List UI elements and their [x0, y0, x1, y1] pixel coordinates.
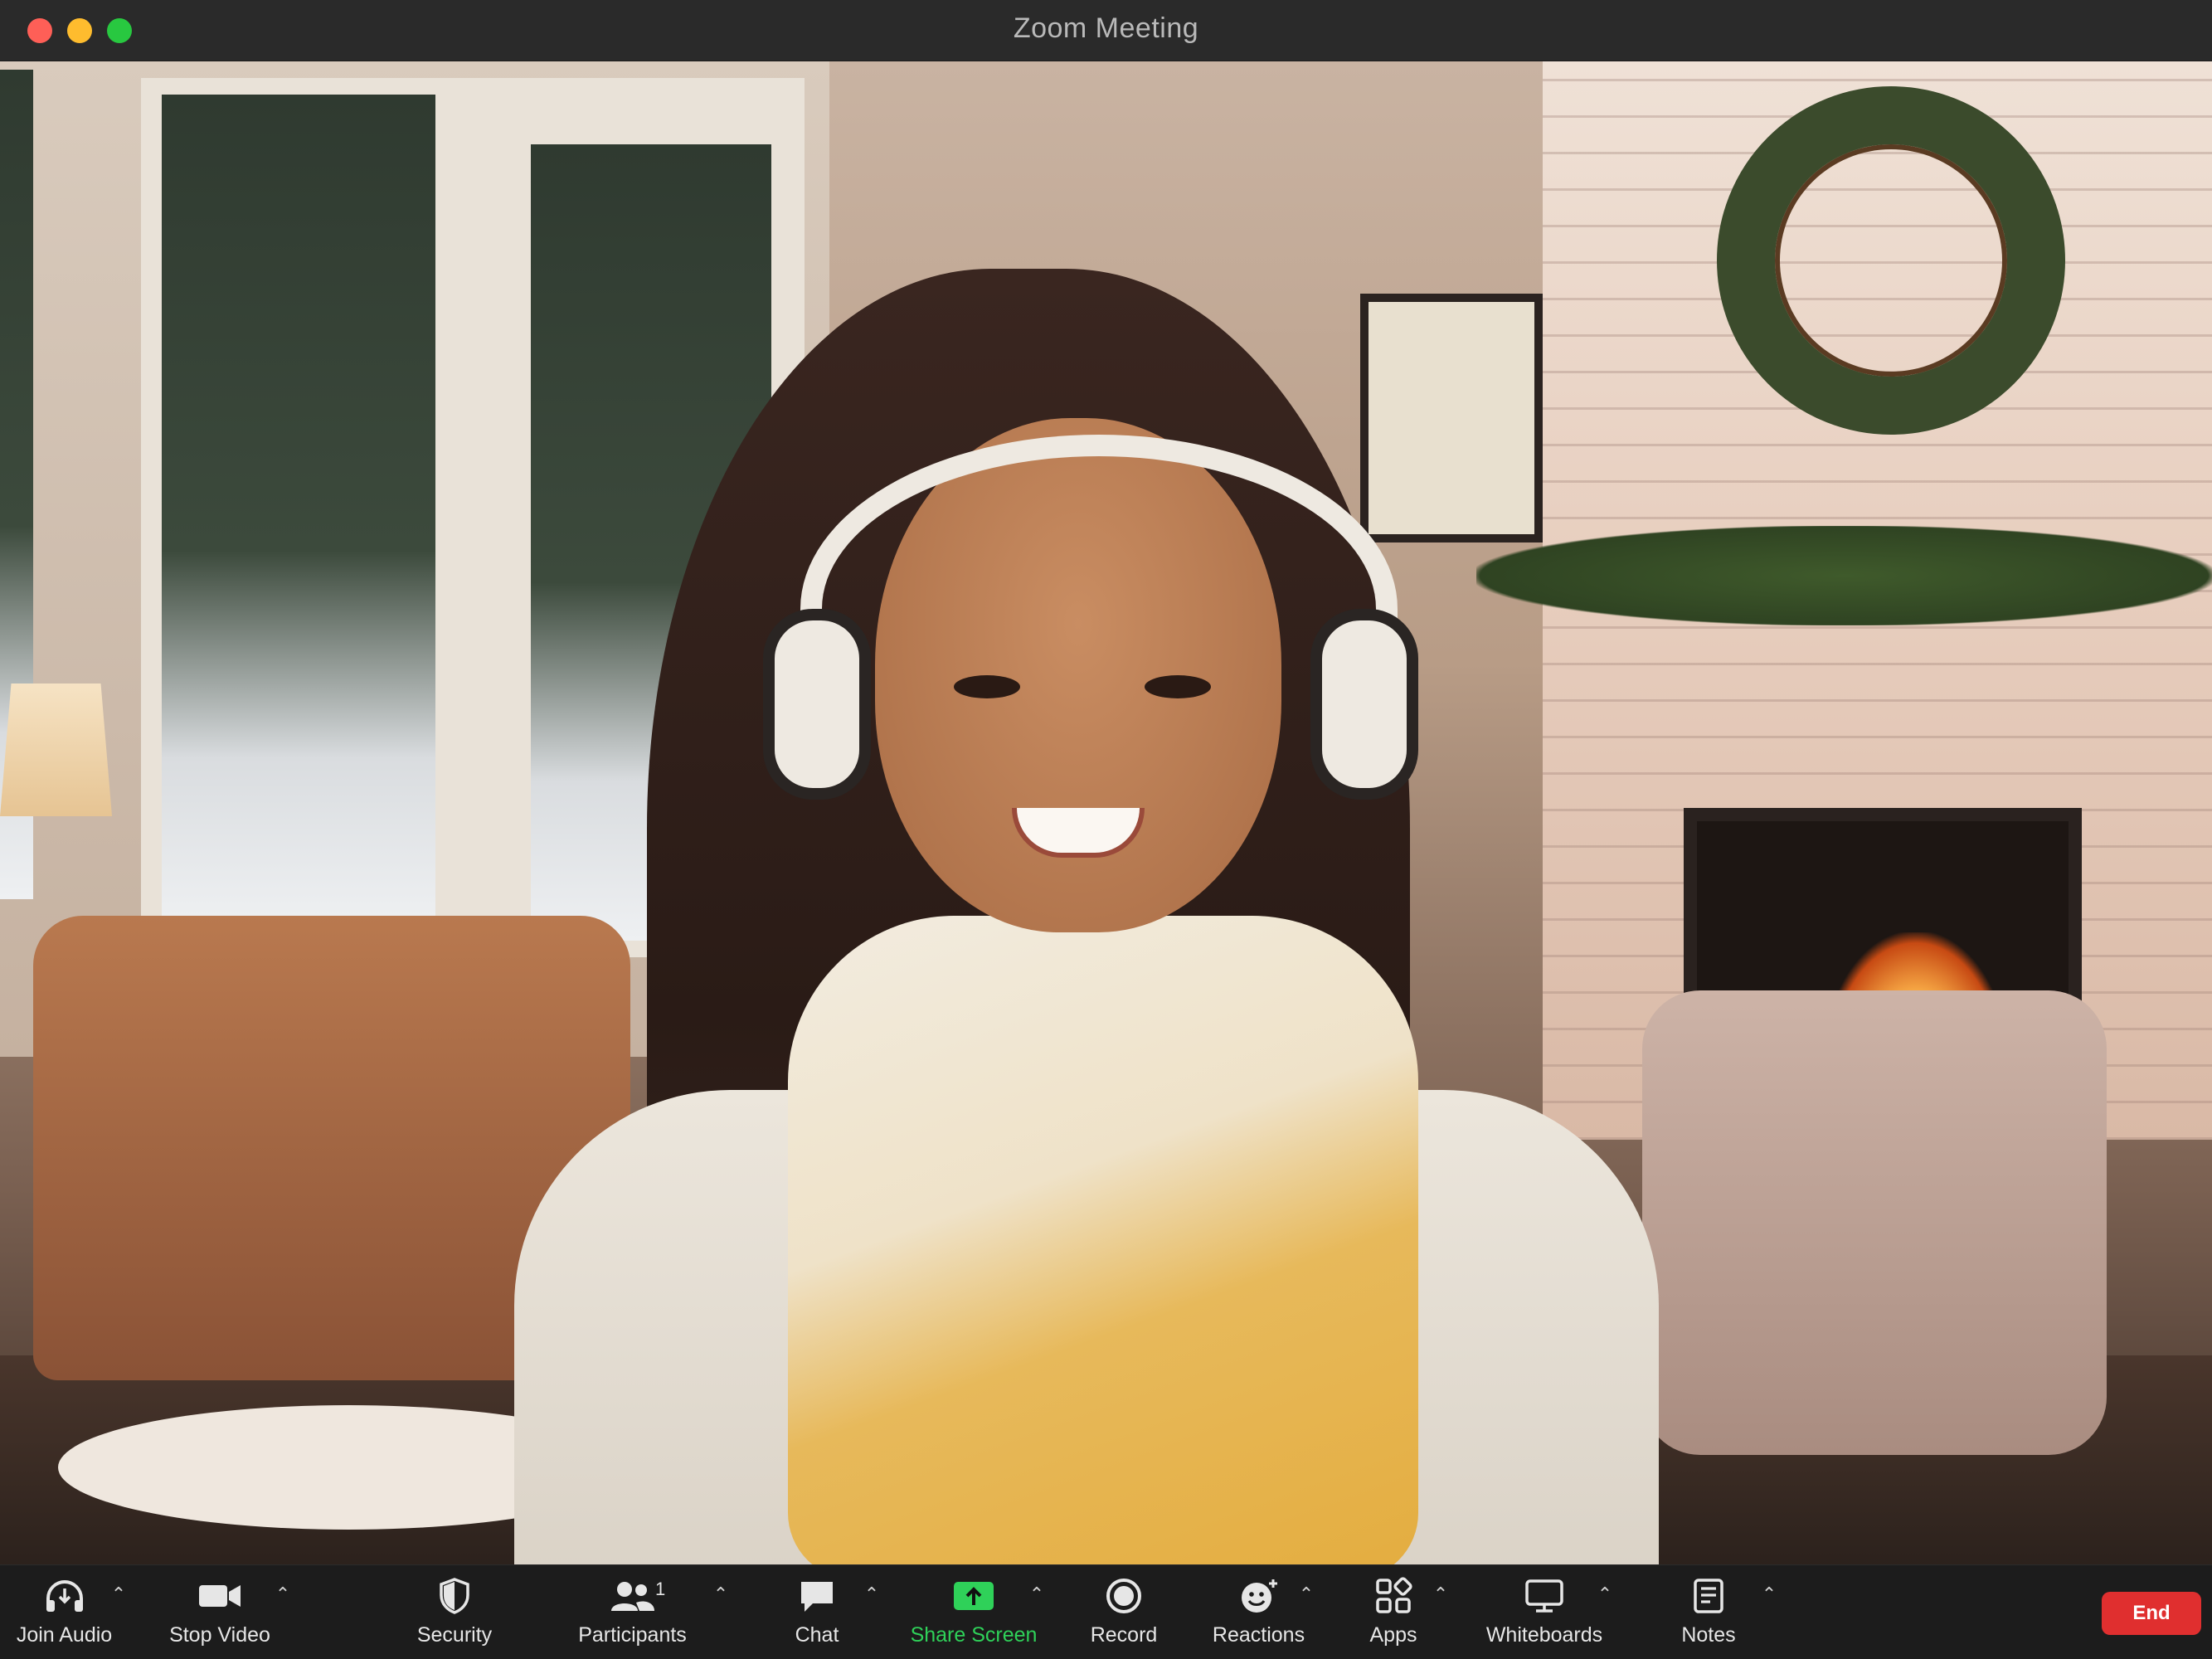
participants-icon — [608, 1572, 658, 1620]
participant-scarf — [788, 916, 1418, 1564]
headphones-icon — [43, 1572, 86, 1620]
shield-icon — [438, 1572, 471, 1620]
chat-options-caret[interactable]: ⌃ — [859, 1584, 884, 1605]
whiteboards-button[interactable]: Whiteboards — [1478, 1572, 1611, 1655]
apps-icon — [1374, 1572, 1412, 1620]
headphone-right — [1310, 609, 1418, 800]
end-meeting-button[interactable]: End — [2102, 1592, 2201, 1635]
apps-options-caret[interactable]: ⌃ — [1428, 1584, 1453, 1605]
audio-options-caret[interactable]: ⌃ — [106, 1584, 131, 1605]
participant-count: 1 — [655, 1579, 666, 1599]
share-screen-button[interactable]: Share Screen — [907, 1572, 1040, 1655]
chat-button[interactable]: Chat — [775, 1572, 858, 1655]
background-armchair — [1642, 990, 2107, 1455]
video-camera-icon — [197, 1572, 242, 1620]
headphones-band — [800, 435, 1398, 783]
window-title: Zoom Meeting — [1013, 12, 1199, 44]
reactions-icon — [1238, 1572, 1280, 1620]
participant-video — [514, 211, 1659, 1564]
participants-button[interactable]: Participants — [572, 1572, 693, 1655]
whiteboards-options-caret[interactable]: ⌃ — [1592, 1584, 1617, 1605]
share-screen-icon — [952, 1572, 995, 1620]
reactions-options-caret[interactable]: ⌃ — [1294, 1584, 1319, 1605]
background-wreath — [1717, 86, 2065, 435]
notes-options-caret[interactable]: ⌃ — [1757, 1584, 1782, 1605]
meeting-toolbar: Join Audio ⌃ Stop Video ⌃ Security Parti… — [0, 1564, 2212, 1659]
stop-video-button[interactable]: Stop Video — [162, 1572, 278, 1655]
apps-button[interactable]: Apps — [1352, 1572, 1435, 1655]
notes-button[interactable]: Notes — [1667, 1572, 1750, 1655]
join-audio-button[interactable]: Join Audio — [8, 1572, 120, 1655]
video-feed[interactable] — [0, 61, 2212, 1564]
share-options-caret[interactable]: ⌃ — [1024, 1584, 1049, 1605]
video-options-caret[interactable]: ⌃ — [270, 1584, 295, 1605]
chat-bubble-icon — [798, 1572, 836, 1620]
notes-icon — [1692, 1572, 1725, 1620]
background-lamp — [0, 684, 112, 816]
whiteboard-icon — [1524, 1572, 1564, 1620]
headphone-left — [763, 609, 871, 800]
security-button[interactable]: Security — [405, 1572, 504, 1655]
record-button[interactable]: Record — [1078, 1572, 1169, 1655]
record-icon — [1105, 1572, 1143, 1620]
title-bar: Zoom Meeting — [0, 0, 2212, 61]
participants-options-caret[interactable]: ⌃ — [708, 1584, 733, 1605]
